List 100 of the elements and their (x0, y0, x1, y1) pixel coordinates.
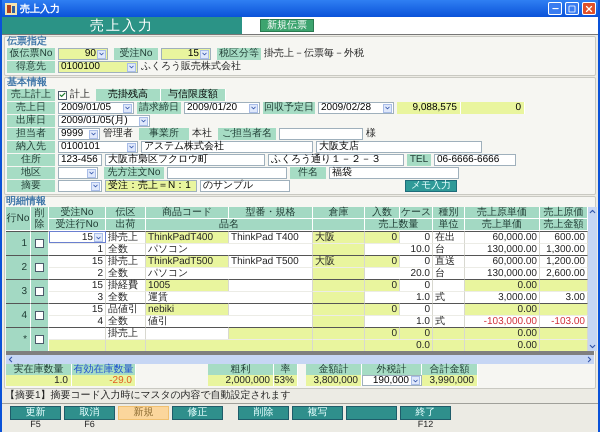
table-cell: 15 (49, 279, 106, 291)
row-number: 1 (6, 231, 31, 255)
column-header: 行No (6, 207, 31, 231)
field-label: 受注No (114, 48, 158, 60)
column-header: 受注行No (49, 219, 106, 231)
total-label: 率 (274, 364, 298, 375)
input-field[interactable]: 福袋 (329, 167, 459, 179)
total-value: -29.0 (72, 375, 136, 386)
vertical-scrollbar[interactable] (588, 207, 597, 351)
checkbox[interactable] (58, 90, 67, 100)
total-value: 1.0 (6, 375, 72, 386)
table-cell: 10.0 (365, 243, 433, 255)
function-button[interactable]: 新規 (118, 406, 169, 420)
table-cell: 0.00 (465, 303, 540, 315)
input-field[interactable] (167, 167, 287, 179)
field-label: 税区分等 (217, 48, 261, 60)
dropdown-field[interactable] (58, 180, 102, 192)
chevron-down-icon[interactable] (89, 130, 98, 138)
dropdown-field[interactable] (58, 167, 98, 179)
function-button[interactable]: 更新 (10, 406, 61, 420)
column-header: 品名 (146, 219, 313, 231)
checkbox[interactable] (35, 287, 44, 296)
chevron-down-icon[interactable] (127, 62, 136, 72)
field-label: 住所 (7, 154, 55, 166)
chevron-down-icon[interactable] (127, 142, 136, 152)
chevron-down-icon[interactable] (123, 104, 132, 112)
table-cell: 式 (433, 315, 465, 327)
input-field[interactable]: 06-6666-6666 (434, 154, 516, 166)
table-cell: 品値引 (106, 303, 146, 315)
input-field[interactable] (279, 128, 363, 140)
function-button[interactable]: 終了 (400, 406, 451, 420)
field-label: 担当者 (7, 128, 55, 140)
table-cell: 2 (49, 267, 106, 279)
chevron-down-icon[interactable] (200, 50, 209, 58)
chevron-down-icon[interactable] (91, 182, 100, 190)
dropdown-field[interactable]: 0100100 (58, 61, 138, 73)
dropdown-field[interactable]: 15 (161, 48, 211, 60)
checkbox[interactable] (35, 335, 44, 344)
dropdown-field[interactable]: 90 (58, 48, 108, 60)
scroll-down-icon (588, 342, 597, 351)
chevron-down-icon[interactable] (139, 116, 148, 126)
dropdown-field[interactable]: 2009/02/28 (318, 102, 394, 114)
page-title: 売上入力 (2, 17, 242, 34)
table-cell: 0 (400, 327, 433, 339)
input-field[interactable]: 123-456 (58, 154, 102, 166)
table-cell: 式 (433, 291, 465, 303)
chevron-down-icon[interactable] (411, 376, 420, 385)
table-cell: -103,000.00 (465, 315, 540, 327)
dropdown-field[interactable]: 2009/01/05 (58, 102, 134, 114)
field-value: 掛売上－伝票毎－外税 (264, 48, 364, 60)
total-value: 53% (274, 375, 298, 386)
shortcut-key-label: F12 (418, 420, 434, 429)
column-header: 売上原単価 (465, 207, 540, 219)
minimize-button[interactable] (548, 2, 562, 15)
field-label: 納入先 (7, 141, 55, 153)
chevron-down-icon[interactable] (87, 168, 96, 178)
table-cell: 4 (49, 315, 106, 327)
dropdown-field[interactable]: 0100101 (58, 141, 138, 153)
table-cell: 0 (400, 231, 433, 243)
field-label: 件名 (290, 167, 326, 179)
function-button[interactable]: 修正 (172, 406, 223, 420)
input-field[interactable]: 受注：売上＝N：1 (105, 180, 197, 192)
field-label: 仮伝票No (7, 48, 55, 60)
horizontal-scrollbar[interactable] (6, 355, 594, 364)
chevron-down-icon[interactable] (383, 104, 392, 112)
field-value: 様 (366, 128, 376, 140)
dropdown-field[interactable]: 2009/01/05(月) (58, 115, 150, 127)
dropdown-field[interactable]: 9999 (58, 128, 100, 140)
row-number: 3 (6, 279, 31, 303)
scroll-up-icon (588, 207, 597, 216)
table-cell: 掛売上 (106, 255, 146, 267)
close-button[interactable] (582, 2, 596, 15)
field-label: 売上日 (7, 102, 55, 114)
function-button[interactable]: 削除 (238, 406, 289, 420)
input-field[interactable]: アステム株式会社 (141, 141, 313, 153)
input-field[interactable]: ふくろう通り１－２－３ (268, 154, 404, 166)
order-no-field[interactable]: 15 (49, 231, 106, 243)
input-field[interactable]: 大阪市梟区フクロウ町 (105, 154, 265, 166)
function-button[interactable]: 取消 (64, 406, 115, 420)
checkbox[interactable] (35, 311, 44, 320)
input-field[interactable]: 大阪支店 (316, 141, 482, 153)
field-label: 摘要 (7, 180, 55, 192)
maximize-button[interactable] (565, 2, 579, 15)
total-label: 実在庫数量 (6, 364, 72, 375)
checkbox[interactable] (35, 239, 44, 248)
credit-value: 0 (461, 102, 525, 114)
dropdown-field[interactable]: 190,000 (362, 375, 422, 386)
table-cell: 0.00 (465, 279, 540, 291)
table-cell: 1005 (146, 279, 229, 291)
table-cell: 0 (365, 231, 400, 243)
chevron-down-icon[interactable] (97, 50, 106, 58)
dropdown-field[interactable]: 2009/01/20 (184, 102, 260, 114)
input-field[interactable]: のサンプル (200, 180, 290, 192)
field-label: 得意先 (7, 61, 55, 73)
chevron-down-icon[interactable] (249, 104, 258, 112)
column-header: 商品コード (146, 207, 229, 219)
function-button[interactable]: 複写 (292, 406, 343, 420)
checkbox[interactable] (35, 263, 44, 272)
column-header: 出荷 (106, 219, 146, 231)
chevron-down-icon[interactable] (94, 233, 103, 242)
